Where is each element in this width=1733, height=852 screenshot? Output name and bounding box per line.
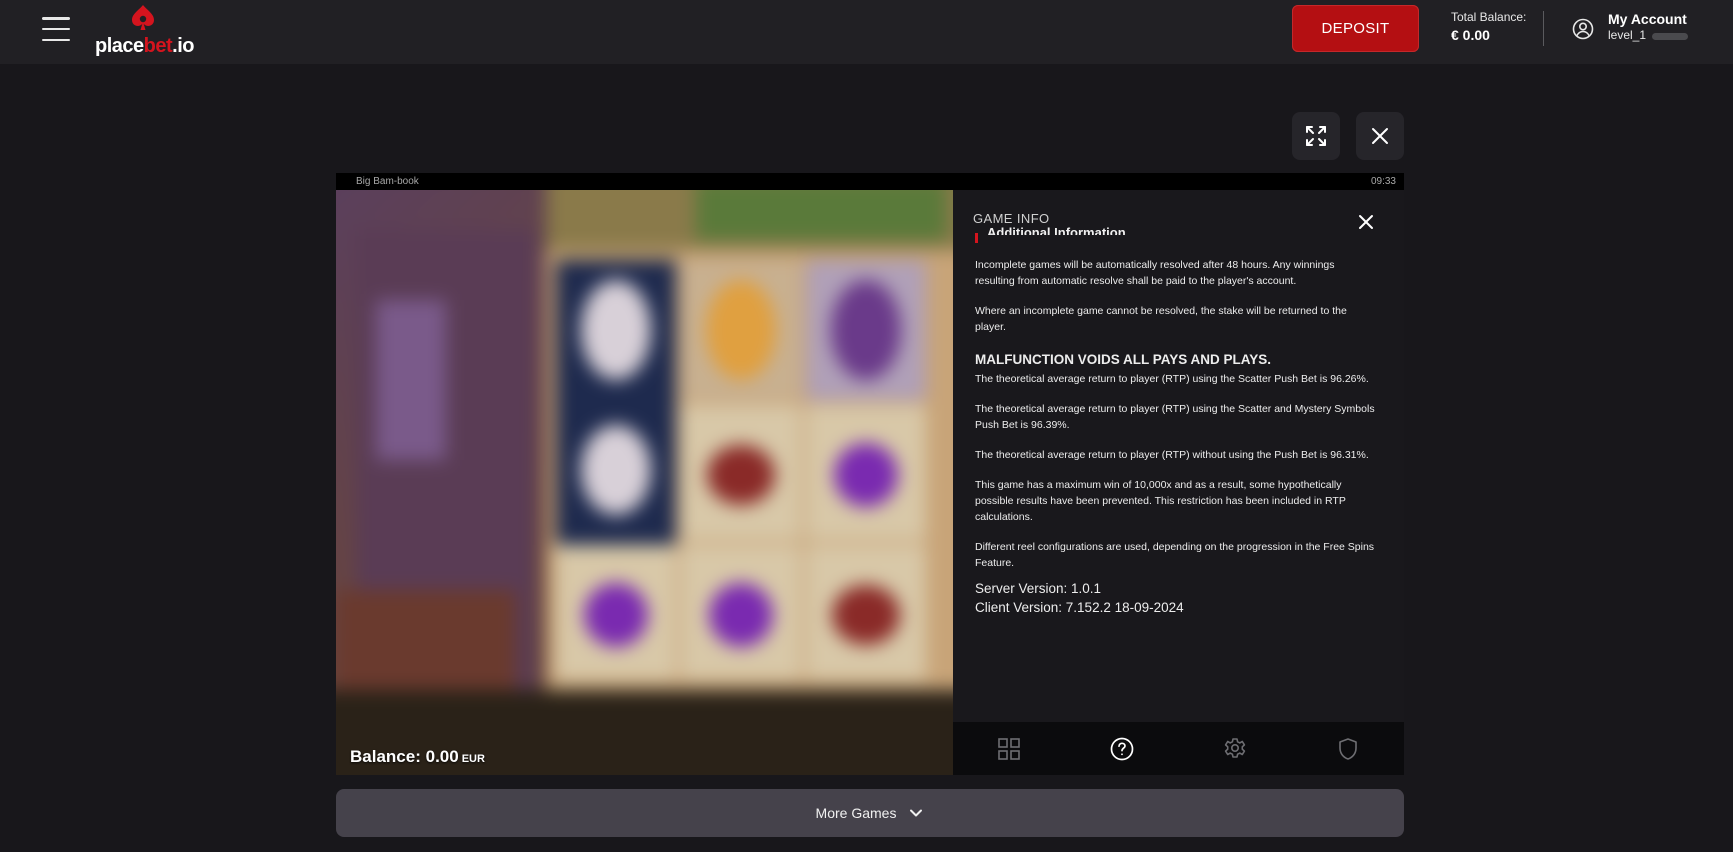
malfunction-heading: MALFUNCTION VOIDS ALL PAYS AND PLAYS. bbox=[975, 352, 1272, 367]
my-account-button[interactable]: My Account level_1 bbox=[1572, 10, 1712, 44]
my-account-label: My Account bbox=[1608, 11, 1687, 27]
info-paragraph: This game has a maximum win of 10,000x a… bbox=[975, 479, 1346, 523]
game-balance: Balance: 0.00 EUR bbox=[350, 747, 485, 767]
tab-game-menu[interactable] bbox=[953, 722, 1066, 775]
game-info-panel[interactable]: GAME INFO Additional Information Incompl… bbox=[953, 190, 1404, 722]
info-paragraph: Different reel configurations are used, … bbox=[975, 541, 1375, 569]
game-info-content: Incomplete games will be automatically r… bbox=[975, 257, 1375, 617]
hamburger-menu-icon[interactable] bbox=[42, 17, 70, 41]
info-paragraph: The theoretical average return to player… bbox=[975, 373, 1369, 385]
tab-settings[interactable] bbox=[1179, 722, 1292, 775]
fullscreen-button[interactable] bbox=[1292, 112, 1340, 160]
close-game-button[interactable] bbox=[1356, 112, 1404, 160]
header-divider bbox=[1543, 11, 1544, 46]
shield-icon bbox=[1338, 737, 1357, 760]
game-balance-value: 0.00 bbox=[425, 747, 459, 766]
game-balance-currency: EUR bbox=[461, 753, 485, 765]
total-balance-value: € 0.00 bbox=[1451, 27, 1490, 43]
chevron-down-icon bbox=[910, 809, 923, 817]
info-paragraph: The theoretical average return to player… bbox=[975, 449, 1369, 461]
deposit-button[interactable]: DEPOSIT bbox=[1292, 5, 1419, 52]
game-clock: 09:33 bbox=[1370, 176, 1396, 187]
logo-wordmark: placebet.io bbox=[95, 35, 194, 57]
partial-section-heading: Additional Information bbox=[987, 226, 1126, 235]
account-level-label: level_1 bbox=[1608, 28, 1647, 42]
close-info-icon[interactable] bbox=[1358, 214, 1374, 230]
spade-logo-icon bbox=[132, 5, 154, 30]
more-games-button[interactable]: More Games bbox=[336, 789, 1404, 837]
section-accent-mark bbox=[975, 233, 978, 243]
top-navigation-bar: placebet.io DEPOSIT Total Balance: € 0.0… bbox=[0, 0, 1733, 64]
game-name: Big Bam-book bbox=[356, 176, 419, 187]
user-circle-icon bbox=[1572, 18, 1594, 40]
fullscreen-expand-icon bbox=[1306, 126, 1326, 146]
info-paragraph: Incomplete games will be automatically r… bbox=[975, 259, 1335, 287]
total-balance: Total Balance: € 0.00 bbox=[1451, 11, 1526, 42]
info-paragraph: Where an incomplete game cannot be resol… bbox=[975, 305, 1347, 333]
client-version: Client Version: 7.152.2 18-09-2024 bbox=[975, 600, 1184, 615]
total-balance-label: Total Balance: bbox=[1451, 10, 1527, 24]
info-paragraph: The theoretical average return to player… bbox=[975, 403, 1375, 431]
info-tab-bar bbox=[953, 722, 1404, 775]
tab-responsible-gaming[interactable] bbox=[1291, 722, 1404, 775]
close-icon bbox=[1372, 128, 1388, 144]
help-icon bbox=[1110, 737, 1134, 760]
blurred-game-scene bbox=[336, 190, 953, 775]
more-games-label: More Games bbox=[815, 805, 897, 821]
settings-gear-icon bbox=[1224, 737, 1246, 758]
tab-game-info[interactable] bbox=[1066, 722, 1179, 775]
game-title-strip: Big Bam-book 09:33 bbox=[336, 173, 1404, 190]
level-progress-bar bbox=[1652, 33, 1688, 40]
game-info-title: GAME INFO bbox=[973, 211, 1050, 226]
placebet-logo[interactable]: placebet.io bbox=[95, 4, 195, 57]
grid-icon bbox=[998, 737, 1021, 760]
server-version: Server Version: 1.0.1 bbox=[975, 581, 1102, 596]
game-canvas[interactable]: Balance: 0.00 EUR bbox=[336, 190, 953, 775]
game-balance-label: Balance: bbox=[350, 747, 421, 766]
